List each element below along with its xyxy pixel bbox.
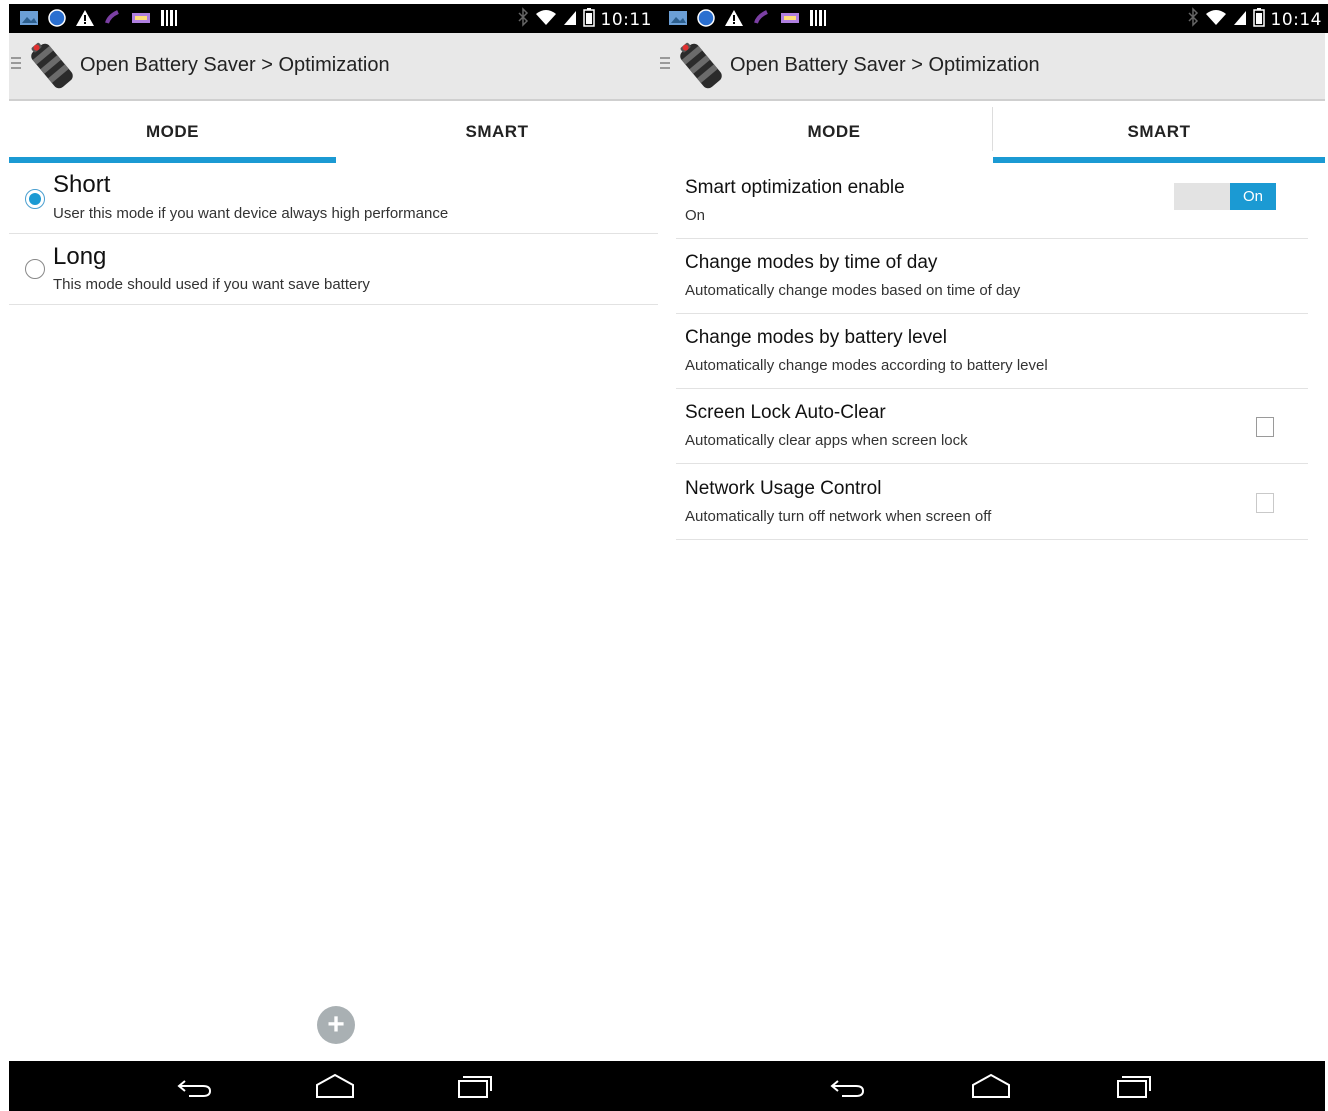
battery-icon: [1252, 7, 1265, 32]
home-icon[interactable]: [971, 1071, 1011, 1101]
switch-thumb: On: [1230, 183, 1276, 210]
tab-smart[interactable]: SMART: [336, 101, 658, 163]
pref-subtitle: Automatically change modes according to …: [685, 357, 1048, 374]
drawer-indicator-icon[interactable]: [660, 57, 670, 72]
tab-label: MODE: [146, 122, 199, 141]
home-icon[interactable]: [315, 1071, 355, 1101]
pref-title: Change modes by time of day: [685, 252, 938, 273]
navigation-bar: [658, 1061, 1325, 1111]
right-screen: 10:14 Open Battery Saver > Optimization …: [658, 0, 1328, 1111]
bluetooth-icon: [1187, 7, 1199, 32]
gallery-icon: [668, 8, 688, 28]
add-icon: +: [327, 1008, 345, 1041]
app-logo-icon[interactable]: [23, 37, 81, 95]
pref-title: Change modes by battery level: [685, 327, 947, 348]
pref-screen-lock-auto-clear[interactable]: Screen Lock Auto-Clear Automatically cle…: [676, 388, 1308, 464]
pref-subtitle: Automatically change modes based on time…: [685, 282, 1021, 299]
tab-bar: MODE SMART: [9, 101, 658, 163]
notification-icon: [131, 8, 151, 28]
signal-icon: [563, 8, 577, 31]
app-logo-icon[interactable]: [672, 37, 730, 95]
navigation-bar: [9, 1061, 658, 1111]
tab-label: MODE: [807, 122, 861, 141]
wifi-icon: [535, 8, 557, 31]
signal-icon: [1233, 8, 1247, 31]
back-icon[interactable]: [828, 1071, 868, 1101]
counter-100-icon: [696, 8, 716, 28]
warning-icon: [75, 8, 95, 28]
notification-icon: [780, 8, 800, 28]
wifi-icon: [1205, 8, 1227, 31]
left-screen: 10:11 Open Battery Saver > Optimization …: [0, 0, 658, 1111]
mode-item-long[interactable]: Long This mode should used if you want s…: [9, 234, 658, 305]
tab-bar: MODE SMART: [676, 101, 1325, 163]
status-bar: 10:14: [658, 4, 1328, 33]
screen-lock-auto-clear-checkbox[interactable]: [1256, 417, 1274, 437]
bluetooth-icon: [517, 7, 529, 32]
gallery-icon: [19, 8, 39, 28]
recent-apps-icon[interactable]: [1114, 1071, 1154, 1101]
drawer-indicator-icon[interactable]: [11, 57, 21, 72]
action-bar-title: Open Battery Saver > Optimization: [80, 54, 390, 76]
radio-button-long[interactable]: [25, 259, 45, 279]
radio-button-short[interactable]: [25, 189, 45, 209]
pref-title: Network Usage Control: [685, 478, 882, 499]
back-icon[interactable]: [175, 1071, 215, 1101]
pref-network-usage-control[interactable]: Network Usage Control Automatically turn…: [676, 464, 1308, 540]
battery-icon: [582, 7, 595, 32]
tab-label: SMART: [1127, 122, 1191, 141]
clock: 10:14: [1270, 9, 1322, 30]
action-bar: Open Battery Saver > Optimization: [9, 33, 658, 101]
barcode-icon: [159, 8, 179, 28]
phone-icon: [752, 8, 772, 28]
mode-subtitle: This mode should used if you want save b…: [53, 276, 370, 293]
recent-apps-icon[interactable]: [455, 1071, 495, 1101]
pref-battery-level[interactable]: Change modes by battery level Automatica…: [676, 313, 1308, 389]
tab-mode[interactable]: MODE: [9, 101, 336, 163]
counter-100-icon: [47, 8, 67, 28]
mode-item-short[interactable]: Short User this mode if you want device …: [9, 163, 658, 234]
network-usage-control-checkbox[interactable]: [1256, 493, 1274, 513]
clock: 10:11: [600, 9, 652, 30]
add-button[interactable]: +: [317, 1006, 355, 1044]
pref-time-of-day[interactable]: Change modes by time of day Automaticall…: [676, 238, 1308, 314]
mode-title: Short: [53, 171, 111, 198]
smart-optimization-switch[interactable]: On: [1174, 183, 1276, 210]
pref-smart-optimization[interactable]: Smart optimization enable On On: [676, 163, 1308, 239]
warning-icon: [724, 8, 744, 28]
pref-title: Smart optimization enable: [685, 177, 905, 198]
tab-smart[interactable]: SMART: [993, 101, 1325, 163]
pref-subtitle: On: [685, 207, 706, 224]
action-bar: Open Battery Saver > Optimization: [658, 33, 1325, 101]
pref-subtitle: Automatically clear apps when screen loc…: [685, 432, 968, 449]
tab-label: SMART: [465, 122, 529, 141]
phone-icon: [103, 8, 123, 28]
pref-title: Screen Lock Auto-Clear: [685, 402, 886, 423]
action-bar-title: Open Battery Saver > Optimization: [730, 54, 1040, 76]
status-bar: 10:11: [9, 4, 658, 33]
tab-mode[interactable]: MODE: [676, 101, 992, 163]
barcode-icon: [808, 8, 828, 28]
mode-subtitle: User this mode if you want device always…: [53, 205, 449, 222]
mode-title: Long: [53, 243, 107, 270]
pref-subtitle: Automatically turn off network when scre…: [685, 508, 992, 525]
